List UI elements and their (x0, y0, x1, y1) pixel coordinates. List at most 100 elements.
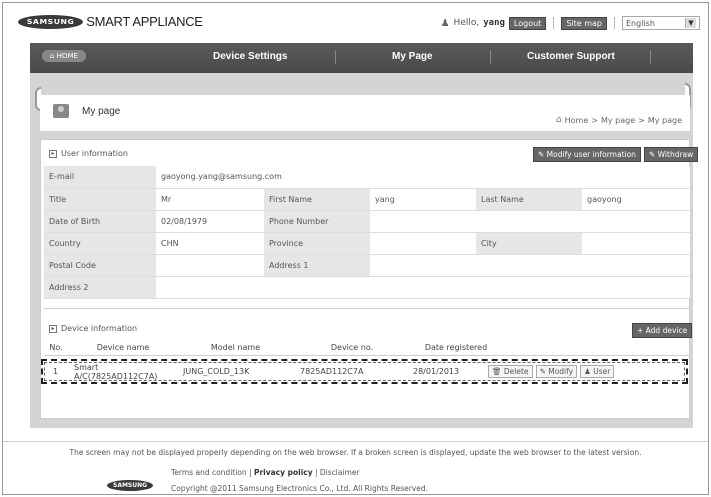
main-nav: ⌂ HOME Device Settings My Page Customer … (30, 43, 693, 73)
nav-divider (650, 50, 651, 64)
breadcrumb-mypage[interactable]: My page (601, 116, 635, 125)
address2-value (156, 276, 690, 299)
samsung-logo: SAMSUNG (18, 14, 84, 29)
device-row-content: 1 Smart A/C(7825AD112C7A) JUNG_COLD_13K … (44, 362, 685, 381)
col-device-name: Device name (68, 340, 178, 356)
email-label: E-mail (44, 166, 156, 189)
email-value: gaoyong.yang@samsung.com (156, 166, 690, 189)
col-date-registered: Date registered (411, 340, 501, 356)
device-serial: 7825AD112C7A (300, 367, 364, 376)
address1-value (370, 254, 690, 277)
footer-divider (3, 441, 708, 442)
table-row: E-mail gaoyong.yang@samsung.com (44, 166, 690, 189)
country-value: CHN (156, 232, 264, 255)
add-device-label: Add device (645, 326, 688, 335)
table-row: Postal Code Address 1 (44, 254, 690, 277)
address1-label: Address 1 (264, 254, 370, 277)
section-bullet-icon: ▸ (49, 324, 57, 333)
last-name-label: Last Name (476, 188, 582, 211)
divider (553, 17, 555, 29)
page-header: My page ⌂ Home > My page > My page (40, 95, 690, 131)
col-no: No. (44, 340, 68, 356)
divider (614, 17, 615, 29)
breadcrumb: ⌂ Home > My page > My page (556, 115, 682, 125)
browser-notice: The screen may not be displayed properly… (69, 448, 642, 457)
postal-value (156, 254, 264, 277)
table-row: Country CHN Province City (44, 232, 690, 255)
user-icon: ♟ (440, 17, 450, 29)
greeting: Hello, (453, 18, 480, 28)
nav-divider (490, 50, 491, 64)
footer-links: Terms and condition | Privacy policy | D… (171, 468, 360, 477)
device-info-heading: ▸ Device information (49, 324, 137, 333)
user-profile-icon (53, 104, 69, 118)
phone-value (370, 210, 690, 233)
modify-user-info-button[interactable]: ✎ Modify user information (533, 147, 641, 162)
device-row[interactable]: 1 Smart A/C(7825AD112C7A) JUNG_COLD_13K … (41, 359, 688, 384)
table-row: Title Mr First Name yang Last Name gaoyo… (44, 188, 690, 211)
device-date: 28/01/2013 (413, 367, 460, 376)
first-name-label: First Name (264, 188, 370, 211)
disclaimer-link[interactable]: Disclaimer (320, 468, 360, 477)
title-label: Title (44, 188, 156, 211)
brand-logo[interactable]: SAMSUNG SMART APPLIANCE (18, 14, 203, 29)
language-select[interactable]: English ▼ (622, 16, 700, 30)
breadcrumb-current: My page (647, 115, 682, 125)
username: yang (483, 18, 505, 28)
top-bar: SAMSUNG SMART APPLIANCE ♟ Hello, yang Lo… (3, 3, 708, 41)
nav-divider (335, 50, 336, 64)
breadcrumb-sep: > (591, 115, 598, 125)
nav-device-settings[interactable]: Device Settings (213, 51, 287, 62)
withdraw-label: Withdraw (657, 150, 694, 159)
nav-my-page[interactable]: My Page (392, 51, 433, 62)
title-value: Mr (156, 188, 264, 211)
user-label: User (593, 367, 611, 376)
device-table-header: No. Device name Model name Device no. Da… (44, 340, 690, 356)
device-table: No. Device name Model name Device no. Da… (44, 340, 690, 356)
dob-value: 02/08/1979 (156, 210, 264, 233)
copyright: Copyright @2011 Samsung Electronics Co.,… (171, 484, 428, 493)
home-icon[interactable]: ⌂ (556, 115, 562, 125)
device-no-index: 1 (53, 367, 59, 376)
breadcrumb-sep: > (638, 115, 645, 125)
page-title: My page (82, 106, 121, 117)
nav-home-tab[interactable]: ⌂ HOME (42, 50, 86, 62)
city-label: City (476, 232, 582, 255)
province-label: Province (264, 232, 370, 255)
page-frame: SAMSUNG SMART APPLIANCE ♟ Hello, yang Lo… (2, 2, 709, 495)
address2-label: Address 2 (44, 276, 156, 299)
delete-button[interactable]: 🗑 Delete (488, 365, 533, 378)
col-device-no: Device no. (293, 340, 411, 356)
nav-home-label: HOME (56, 52, 78, 60)
user-info-table: E-mail gaoyong.yang@samsung.com Title Mr… (44, 166, 690, 299)
chevron-down-icon[interactable]: ▼ (685, 18, 696, 28)
section-divider (44, 308, 690, 309)
brand-name: SMART APPLIANCE (86, 14, 203, 29)
terms-link[interactable]: Terms and condition (171, 468, 247, 477)
device-info-title: Device information (61, 324, 138, 333)
modify-button[interactable]: ✎ Modify (535, 365, 578, 378)
language-value: English (626, 18, 655, 28)
withdraw-button[interactable]: ✎ Withdraw (644, 147, 699, 162)
table-row: Address 2 (44, 276, 690, 299)
modify-user-info-label: Modify user information (546, 150, 636, 159)
user-button[interactable]: ♟ User (580, 365, 615, 378)
first-name-value: yang (370, 188, 476, 211)
user-info-title: User information (61, 149, 128, 158)
table-row: Date of Birth 02/08/1979 Phone Number (44, 210, 690, 233)
last-name-value: gaoyong (582, 188, 690, 211)
logout-button[interactable]: Logout (508, 16, 547, 30)
sitemap-button[interactable]: Site map (561, 16, 607, 30)
add-device-button[interactable]: + Add device (632, 323, 693, 338)
delete-label: Delete (503, 367, 529, 376)
breadcrumb-home[interactable]: Home (565, 116, 589, 125)
privacy-link[interactable]: Privacy policy (254, 468, 313, 477)
section-bullet-icon: ▸ (49, 149, 57, 158)
user-area: ♟ Hello, yang Logout Site map English ▼ (441, 16, 700, 30)
city-value (582, 232, 690, 255)
nav-customer-support[interactable]: Customer Support (527, 51, 615, 62)
province-value (370, 232, 476, 255)
country-label: Country (44, 232, 156, 255)
device-name[interactable]: Smart A/C(7825AD112C7A) (67, 363, 178, 381)
dob-label: Date of Birth (44, 210, 156, 233)
